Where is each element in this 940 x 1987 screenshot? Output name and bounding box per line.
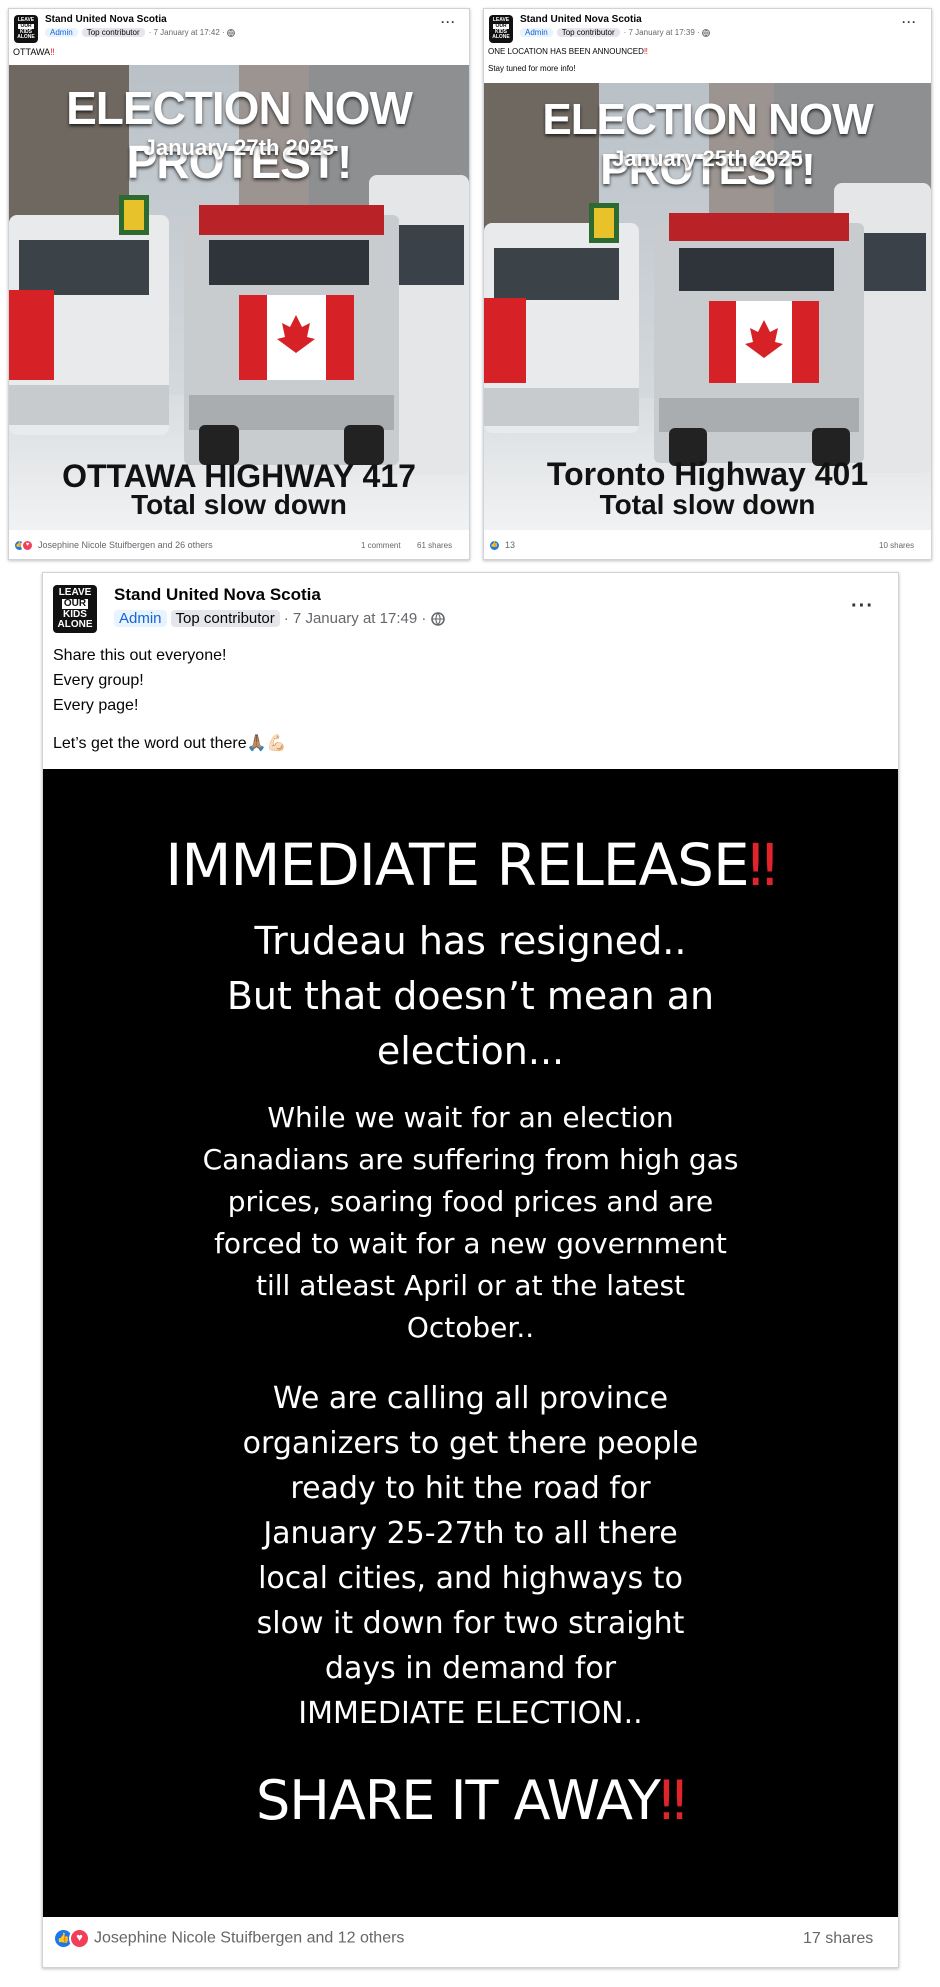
double-exclamation-icon: ‼ <box>659 1769 686 1832</box>
image-para1-line: Canadians are suffering from high gas <box>202 1143 739 1176</box>
shares-count[interactable]: 10 shares <box>879 541 914 550</box>
image-para1-line: forced to wait for a new government <box>214 1227 727 1260</box>
reaction-icons[interactable]: 👍 <box>488 539 501 552</box>
post-meta: Admin Top contributor · 7 January at 17:39… <box>520 28 710 37</box>
reaction-icons[interactable]: 👍 ♥ <box>13 539 34 552</box>
post-time[interactable]: · 7 January at 17:49 · <box>284 610 427 627</box>
image-para2-line: days in demand for <box>324 1651 617 1686</box>
post-card-immediate-release: LEAVE OUR KIDS ALONE Stand United Nova S… <box>42 572 899 1968</box>
post-time[interactable]: · 7 January at 17:39 · <box>624 28 700 37</box>
post-footer: 👍 13 <box>488 539 515 552</box>
reactions-count[interactable]: 13 <box>505 540 515 550</box>
image-sub-1: Trudeau has resigned.. <box>254 919 687 963</box>
post-meta: Admin Top contributor · 7 January at 17:42… <box>45 28 235 37</box>
post-footer: 👍 ♥ Josephine Nicole Stuifbergen and 12 ot… <box>53 1928 404 1949</box>
post-time[interactable]: · 7 January at 17:42 · <box>149 28 225 37</box>
image-para2-line: ready to hit the road for <box>290 1471 651 1506</box>
page-avatar[interactable]: LEAVE OUR KIDS ALONE <box>53 585 97 633</box>
image-headline: IMMEDIATE RELEASE‼ <box>165 831 777 899</box>
image-para1-line: October.. <box>406 1311 535 1344</box>
poster-tagline: Total slow down <box>131 489 347 520</box>
image-footer: SHARE IT AWAY‼ <box>255 1769 686 1832</box>
top-contributor-badge: Top contributor <box>81 28 145 37</box>
globe-icon <box>226 28 235 37</box>
admin-badge: Admin <box>45 28 78 37</box>
post-text-line-4: Let’s get the word out there🙏🏽💪🏻 <box>53 735 287 752</box>
like-icon: 👍 <box>488 539 501 552</box>
double-exclamation-icon: ‼ <box>748 831 777 899</box>
poster-tagline: Total slow down <box>599 489 816 520</box>
image-sub-2: But that doesn’t mean an <box>226 974 715 1018</box>
poster-title: ELECTION NOW PROTEST! <box>542 95 873 194</box>
post-text: OTTAWA‼ <box>13 47 55 57</box>
post-text-line2: Stay tuned for more info! <box>488 64 576 73</box>
comments-count[interactable]: 1 comment <box>361 541 401 550</box>
page-name[interactable]: Stand United Nova Scotia <box>520 14 642 25</box>
protest-poster-image[interactable]: ELECTION NOW PROTEST! January 27th 2025 … <box>9 65 469 530</box>
page-name[interactable]: Stand United Nova Scotia <box>114 585 321 605</box>
more-options-icon[interactable]: ··· <box>441 15 456 29</box>
image-para1-line: While we wait for an election <box>267 1101 674 1134</box>
post-text-line-3: Every page! <box>53 697 139 714</box>
protest-poster-image[interactable]: ELECTION NOW PROTEST! January 25th 2025 … <box>484 83 931 530</box>
more-options-icon[interactable]: ··· <box>902 15 917 29</box>
image-para2-line: organizers to get there people <box>242 1426 699 1461</box>
image-para2-line: We are calling all province <box>272 1381 669 1416</box>
poster-date: January 25th 2025 <box>612 146 803 171</box>
shares-count[interactable]: 17 shares <box>803 1930 873 1948</box>
admin-badge: Admin <box>114 610 167 627</box>
reactions-text[interactable]: Josephine Nicole Stuifbergen and 12 othe… <box>94 1930 404 1947</box>
page-name[interactable]: Stand United Nova Scotia <box>45 14 167 25</box>
more-options-icon[interactable]: ··· <box>851 595 874 618</box>
image-para2-line: local cities, and highways to <box>258 1561 683 1596</box>
top-contributor-badge: Top contributor <box>556 28 620 37</box>
post-footer: 👍 ♥ Josephine Nicole Stuifbergen and 26 ot… <box>13 539 213 552</box>
globe-icon <box>701 28 710 37</box>
image-para1-line: prices, soaring food prices and are <box>227 1185 714 1218</box>
image-sub-3: election... <box>376 1029 565 1073</box>
post-text-line-1: Share this out everyone! <box>53 647 227 664</box>
love-icon: ♥ <box>21 539 34 552</box>
top-contributor-badge: Top contributor <box>170 610 280 627</box>
post-text: ONE LOCATION HAS BEEN ANNOUNCED‼ <box>488 47 648 56</box>
image-para2-line: IMMEDIATE ELECTION.. <box>298 1696 643 1731</box>
double-exclamation-icon: ‼ <box>50 47 55 57</box>
reaction-icons[interactable]: 👍 ♥ <box>53 1928 90 1949</box>
double-exclamation-icon: ‼ <box>643 47 648 56</box>
poster-location: OTTAWA HIGHWAY 417 <box>62 458 416 494</box>
admin-badge: Admin <box>520 28 553 37</box>
page-avatar[interactable]: LEAVE OUR KIDS ALONE <box>14 15 38 43</box>
love-icon: ♥ <box>69 1928 90 1949</box>
page-avatar[interactable]: LEAVE OUR KIDS ALONE <box>489 15 513 43</box>
post-text-line-2: Every group! <box>53 672 144 689</box>
post-meta: Admin Top contributor · 7 January at 17:49… <box>114 610 445 627</box>
image-para2-line: January 25-27th to all there <box>263 1516 678 1551</box>
post-card-ottawa: LEAVE OUR KIDS ALONE Stand United Nova S… <box>8 8 470 560</box>
poster-date: January 27th 2025 <box>143 135 335 160</box>
poster-location: Toronto Highway 401 <box>546 456 869 492</box>
reactions-text[interactable]: Josephine Nicole Stuifbergen and 26 othe… <box>38 540 213 550</box>
image-para1-line: till atleast April or at the latest <box>255 1269 686 1302</box>
globe-icon <box>430 610 445 627</box>
shares-count[interactable]: 61 shares <box>417 541 452 550</box>
announcement-image[interactable]: IMMEDIATE RELEASE‼ Trudeau has resigned.… <box>43 769 898 1917</box>
image-para2-line: slow it down for two straight <box>256 1606 685 1641</box>
post-card-toronto: LEAVE OUR KIDS ALONE Stand United Nova S… <box>483 8 932 560</box>
